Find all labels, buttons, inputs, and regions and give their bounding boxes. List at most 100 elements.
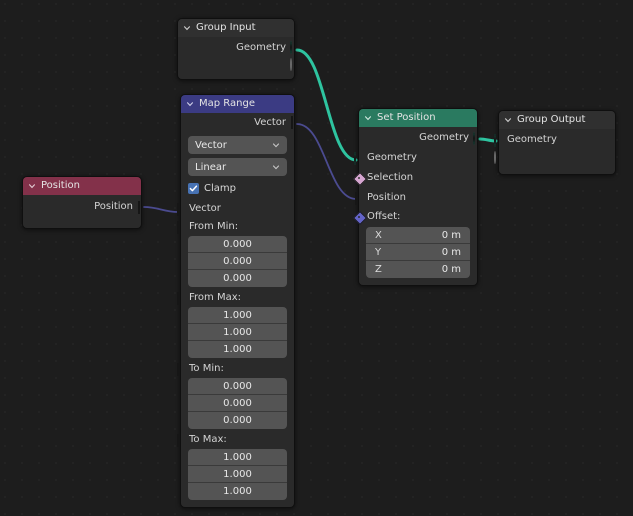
node-header-set-position[interactable]: Set Position — [359, 109, 477, 127]
chevron-down-icon[interactable] — [364, 114, 372, 122]
socket-row-from-min[interactable]: From Min: — [176, 218, 294, 235]
geometry-node-editor[interactable]: Group Input Geometry Position Position M… — [0, 0, 633, 516]
node-group-output[interactable]: Group Output Geometry — [494, 110, 616, 175]
number-field[interactable]: 1.000 — [188, 307, 287, 324]
socket-row-virtual-input[interactable] — [494, 150, 615, 164]
socket-row-geometry-input[interactable]: Geometry — [494, 129, 615, 150]
chevron-down-icon — [272, 163, 280, 171]
number-field[interactable]: 0.000 — [188, 395, 287, 412]
geometry-socket-icon[interactable] — [473, 132, 482, 145]
field-stack-to-max[interactable]: 1.000 1.000 1.000 — [188, 449, 287, 500]
number-field[interactable]: 1.000 — [188, 466, 287, 483]
chevron-down-icon[interactable] — [28, 182, 36, 190]
chevron-down-icon[interactable] — [183, 24, 191, 32]
socket-label: Geometry — [367, 151, 417, 163]
socket-label: Geometry — [419, 131, 469, 143]
socket-row-selection[interactable]: Selection — [359, 167, 477, 187]
vector-socket-icon[interactable] — [176, 221, 185, 234]
node-header-position[interactable]: Position — [23, 177, 141, 195]
checkbox-clamp[interactable]: Clamp — [188, 181, 287, 196]
socket-row-position[interactable]: Position — [354, 187, 477, 207]
socket-row-geometry-output[interactable]: Geometry — [359, 127, 477, 147]
socket-label: From Min: — [189, 221, 239, 232]
axis-label: Y — [375, 246, 382, 258]
socket-label: Geometry — [507, 134, 557, 145]
vector-socket-icon[interactable] — [354, 192, 363, 205]
node-links-layer — [143, 48, 498, 213]
number-field[interactable]: 1.000 — [188, 324, 287, 341]
node-body-group-input: Geometry — [178, 37, 294, 79]
field-stack-to-min[interactable]: 0.000 0.000 0.000 — [188, 378, 287, 429]
number-field[interactable]: 1.000 — [188, 483, 287, 500]
node-header-map-range[interactable]: Map Range — [181, 95, 294, 113]
socket-label: Vector — [254, 116, 286, 128]
socket-label: Position — [367, 191, 406, 203]
checkbox-icon[interactable] — [188, 183, 199, 194]
geometry-socket-icon[interactable] — [354, 152, 363, 165]
checkbox-label: Clamp — [204, 183, 236, 194]
node-header-group-input[interactable]: Group Input — [178, 19, 294, 37]
socket-row-from-max[interactable]: From Max: — [176, 289, 294, 306]
node-title: Map Range — [199, 98, 255, 109]
socket-row-geometry-output[interactable]: Geometry — [178, 37, 294, 57]
socket-row-to-max[interactable]: To Max: — [176, 431, 294, 448]
axis-value: 0 m — [441, 264, 461, 275]
chevron-down-icon[interactable] — [504, 116, 512, 124]
offset-x-field[interactable]: X 0 m — [366, 227, 470, 244]
socket-row-position-output[interactable]: Position — [23, 195, 141, 218]
geometry-socket-icon[interactable] — [494, 134, 503, 147]
offset-z-field[interactable]: Z 0 m — [366, 261, 470, 278]
field-stack-from-max[interactable]: 1.000 1.000 1.000 — [188, 307, 287, 358]
number-field[interactable]: 0.000 — [188, 412, 287, 429]
vector-socket-icon[interactable] — [354, 212, 363, 221]
boolean-socket-icon[interactable] — [354, 173, 363, 182]
node-body-set-position: Geometry Geometry Selection Position Off… — [354, 127, 477, 285]
node-body-position: Position — [23, 195, 141, 228]
node-group-input[interactable]: Group Input Geometry — [177, 18, 295, 80]
node-title: Group Output — [517, 114, 586, 125]
vector-socket-icon[interactable] — [176, 292, 185, 305]
socket-label: To Max: — [189, 434, 227, 445]
socket-row-to-min[interactable]: To Min: — [176, 360, 294, 377]
field-stack-offset[interactable]: X 0 m Y 0 m Z 0 m — [366, 227, 470, 278]
dropdown-interpolation[interactable]: Linear — [188, 158, 287, 176]
node-body-group-output: Geometry — [494, 129, 615, 174]
axis-label: X — [375, 229, 382, 241]
number-field[interactable]: 1.000 — [188, 449, 287, 466]
node-position[interactable]: Position Position — [22, 176, 142, 229]
virtual-socket-icon[interactable] — [494, 151, 503, 164]
vector-socket-icon[interactable] — [176, 363, 185, 376]
node-title: Position — [41, 180, 80, 191]
vector-socket-icon[interactable] — [176, 203, 185, 216]
number-field[interactable]: 0.000 — [188, 270, 287, 287]
node-set-position[interactable]: Set Position Geometry Geometry Selection — [354, 108, 478, 286]
node-title: Set Position — [377, 112, 436, 123]
node-body-map-range: Vector Vector Linear Clamp Vector From M… — [176, 113, 294, 507]
virtual-socket-icon[interactable] — [290, 58, 299, 71]
node-header-group-output[interactable]: Group Output — [499, 111, 615, 129]
number-field[interactable]: 0.000 — [188, 253, 287, 270]
socket-label: Vector — [189, 203, 221, 214]
dropdown-data-type[interactable]: Vector — [188, 136, 287, 154]
vector-socket-icon[interactable] — [176, 434, 185, 447]
socket-row-offset[interactable]: Offset: — [359, 207, 477, 225]
number-field[interactable]: 1.000 — [188, 341, 287, 358]
vector-socket-icon[interactable] — [290, 116, 299, 129]
chevron-down-icon[interactable] — [186, 100, 194, 108]
number-field[interactable]: 0.000 — [188, 378, 287, 395]
geometry-socket-icon[interactable] — [290, 41, 299, 54]
vector-socket-icon[interactable] — [137, 201, 146, 214]
socket-row-virtual-output[interactable] — [178, 57, 294, 71]
field-stack-from-min[interactable]: 0.000 0.000 0.000 — [188, 236, 287, 287]
socket-label: Geometry — [236, 41, 286, 53]
socket-label: From Max: — [189, 292, 241, 303]
node-map-range[interactable]: Map Range Vector Vector Linear Clamp Vec… — [176, 94, 295, 508]
socket-row-vector-input[interactable]: Vector — [176, 199, 294, 218]
socket-label: Position — [94, 201, 133, 212]
socket-row-vector-output[interactable]: Vector — [181, 113, 294, 131]
socket-row-geometry-input[interactable]: Geometry — [354, 147, 477, 167]
axis-label: Z — [375, 264, 382, 275]
socket-label: Offset: — [367, 210, 401, 222]
number-field[interactable]: 0.000 — [188, 236, 287, 253]
offset-y-field[interactable]: Y 0 m — [366, 244, 470, 261]
